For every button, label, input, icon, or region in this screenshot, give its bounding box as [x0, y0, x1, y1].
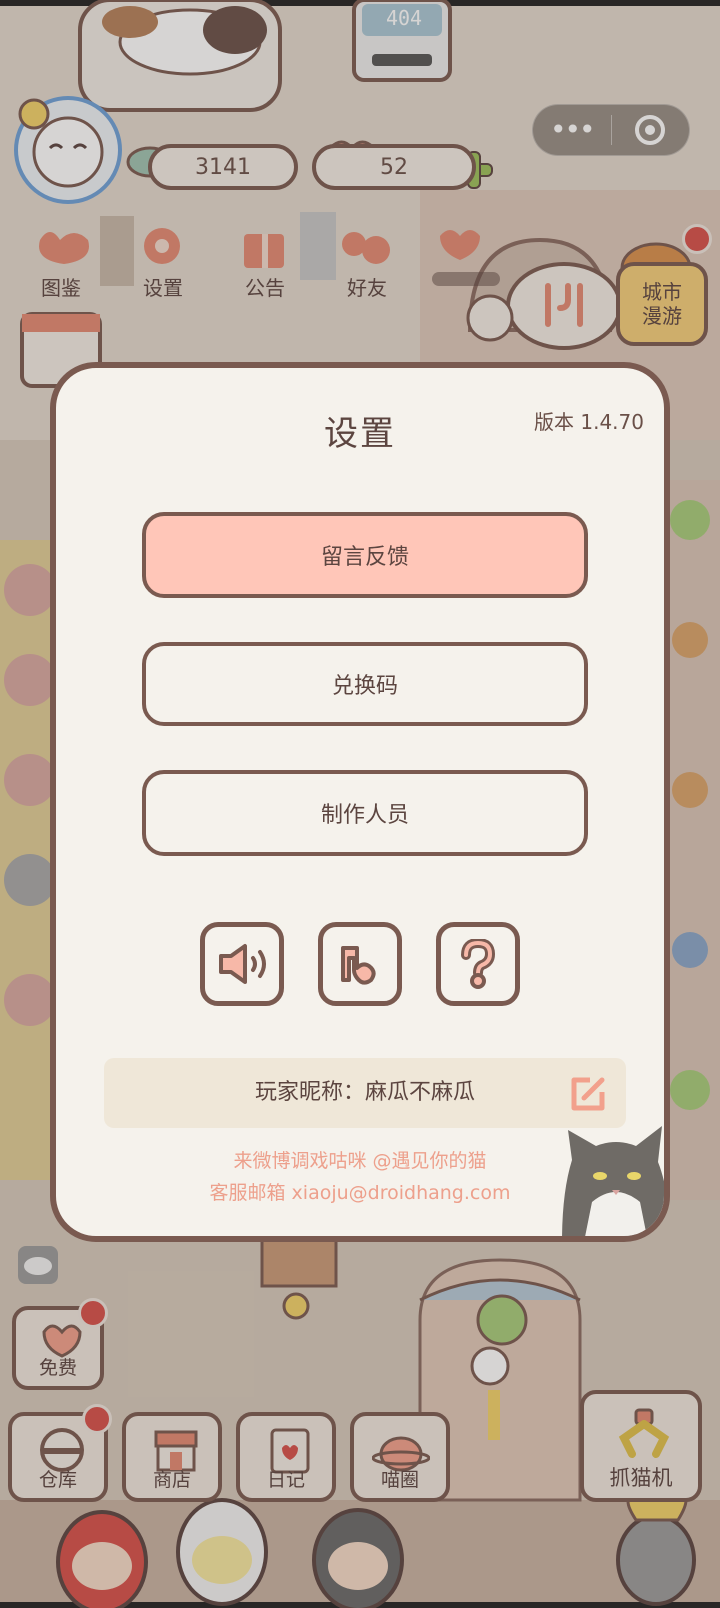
sound-toggle-button[interactable]	[200, 922, 284, 1006]
music-note-icon	[341, 946, 376, 985]
music-toggle-button[interactable]	[318, 922, 402, 1006]
edit-icon[interactable]	[568, 1074, 608, 1114]
redeem-code-button[interactable]: 兑换码	[142, 642, 588, 726]
nickname-label: 玩家昵称：	[254, 1080, 365, 1105]
nickname-value: 麻瓜不麻瓜	[365, 1080, 476, 1105]
cat-photo	[562, 1126, 664, 1236]
nickname-row: 玩家昵称：麻瓜不麻瓜	[104, 1058, 626, 1128]
help-button[interactable]	[436, 922, 520, 1006]
version-label: 版本 1.4.70	[534, 410, 644, 434]
feedback-label: 留言反馈	[320, 545, 409, 570]
nickname-bar: 玩家昵称：麻瓜不麻瓜	[104, 1058, 626, 1128]
question-icon	[461, 939, 496, 989]
credits-button[interactable]: 制作人员	[142, 770, 588, 856]
settings-dialog: 设置 版本 1.4.70 留言反馈 兑换码 制作人员 玩家昵称：麻瓜不麻瓜 来微…	[50, 362, 670, 1242]
redeem-code-label: 兑换码	[331, 674, 398, 699]
credits-label: 制作人员	[320, 803, 409, 828]
feedback-button[interactable]: 留言反馈	[142, 512, 588, 598]
speaker-icon	[219, 944, 266, 984]
